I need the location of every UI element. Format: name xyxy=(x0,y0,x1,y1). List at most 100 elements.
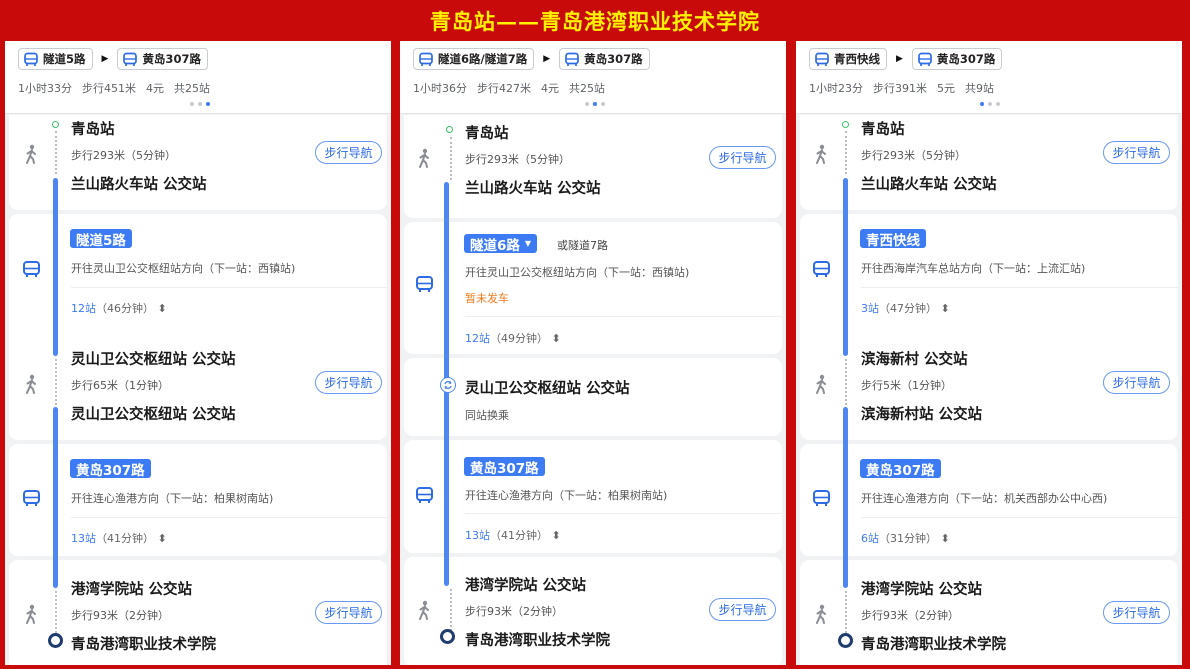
bus-path xyxy=(53,178,58,356)
pager-dots[interactable] xyxy=(190,102,210,106)
alighting-stop: 滨海新村 公交站 xyxy=(861,352,968,368)
end-marker xyxy=(440,629,455,644)
divider xyxy=(71,517,387,518)
walk-info: 步行65米（1分钟） xyxy=(71,379,169,392)
fare: 4元 xyxy=(541,82,559,95)
walk-icon xyxy=(816,604,826,624)
route-chip-bus1[interactable]: 隧道5路 xyxy=(18,48,93,70)
route-panel-1[interactable]: 隧道5路 ▶ 黄岛307路 1小时33分 步行451米 4元 共25站 青岛站 步行2… xyxy=(5,41,391,665)
bus-icon xyxy=(419,52,433,66)
bus-direction: 开往灵山卫公交枢纽站方向（下一站：西镇站) xyxy=(71,262,296,275)
updown-icon: ⬍ xyxy=(551,529,561,542)
walk-nav-button[interactable]: 步行导航 xyxy=(315,371,382,394)
stop-count-toggle[interactable]: 13站（41分钟） ⬍ xyxy=(465,527,561,543)
boarding-stop: 滨海新村站 公交站 xyxy=(861,407,983,423)
walk-icon xyxy=(26,144,36,164)
stop-count-toggle[interactable]: 13站（41分钟） ⬍ xyxy=(71,530,167,546)
bus-line-badge[interactable]: 青西快线 xyxy=(860,229,926,249)
walk-path xyxy=(845,131,847,174)
bus-icon xyxy=(123,52,138,66)
walk-info: 步行5米（1分钟） xyxy=(861,379,952,392)
route-chip-bus2[interactable]: 黄岛307路 xyxy=(117,48,208,70)
departure-status: 暂未发车 xyxy=(465,292,509,305)
bus-path xyxy=(53,407,58,588)
bus-icon xyxy=(565,52,579,66)
walk-path xyxy=(450,589,452,631)
bus-line-badge[interactable]: 黄岛307路 xyxy=(464,457,545,477)
play-arrow-icon: ▶ xyxy=(543,54,551,64)
walk-icon xyxy=(419,600,429,620)
start-marker xyxy=(52,121,59,128)
route-chip-label: 隧道5路 xyxy=(43,52,86,66)
bus-line-badge[interactable]: 隧道6路 ▼ xyxy=(464,234,538,254)
route-chip-bus2[interactable]: 黄岛307路 xyxy=(559,48,650,70)
route-panel-2[interactable]: 隧道6路/隧道7路 ▶ 黄岛307路 1小时36分 步行427米 4元 共25站 青岛… xyxy=(400,41,786,665)
bus-direction: 开往连心渔港方向（下一站：机关西部办公中心西) xyxy=(861,492,1108,505)
bus-icon xyxy=(813,490,830,506)
origin-stop: 青岛站 xyxy=(71,122,115,138)
route-header: 隧道6路/隧道7路 ▶ 黄岛307路 1小时36分 步行427米 4元 共25站 xyxy=(400,41,786,114)
alighting-stop: 港湾学院站 公交站 xyxy=(465,578,587,594)
bus-direction: 开往连心渔港方向（下一站：柏果树南站) xyxy=(465,489,668,502)
walk-path xyxy=(55,359,57,405)
route-header: 青西快线 ▶ 黄岛307路 1小时23分 步行391米 5元 共9站 xyxy=(796,41,1182,114)
route-chip-bus1[interactable]: 青西快线 xyxy=(809,48,887,70)
pager-dots[interactable] xyxy=(585,102,605,106)
walk-path xyxy=(55,131,57,174)
stop-count-toggle[interactable]: 3站（47分钟） ⬍ xyxy=(861,300,950,316)
walk-icon xyxy=(816,374,826,394)
stop-count-toggle[interactable]: 12站（49分钟） ⬍ xyxy=(465,330,561,346)
boarding-stop: 兰山路火车站 公交站 xyxy=(465,181,601,197)
route-panel-3[interactable]: 青西快线 ▶ 黄岛307路 1小时23分 步行391米 5元 共9站 青岛站 步行29… xyxy=(796,41,1182,665)
dropdown-icon: ▼ xyxy=(524,239,532,248)
route-chip-label: 隧道6路/隧道7路 xyxy=(438,52,528,66)
walk-nav-button[interactable]: 步行导航 xyxy=(709,598,776,621)
pager-dots[interactable] xyxy=(980,102,1000,106)
walk-nav-button[interactable]: 步行导航 xyxy=(315,141,382,164)
origin-stop: 青岛站 xyxy=(861,122,905,138)
walk-info: 步行93米（2分钟） xyxy=(71,609,169,622)
start-marker xyxy=(842,121,849,128)
route-chip-bus2[interactable]: 黄岛307路 xyxy=(911,48,1003,70)
divider xyxy=(861,517,1178,518)
start-marker xyxy=(446,126,453,133)
page-title: 青岛站——青岛港湾职业技术学院 xyxy=(430,8,760,34)
stop-count-toggle[interactable]: 6站（31分钟） ⬍ xyxy=(861,530,950,546)
divider xyxy=(71,287,387,288)
route-summary: 1小时23分 步行391米 5元 共9站 xyxy=(809,80,1004,96)
route-summary: 1小时36分 步行427米 4元 共25站 xyxy=(413,80,615,96)
walk-info: 步行293米（5分钟） xyxy=(861,149,966,162)
walk-nav-button[interactable]: 步行导航 xyxy=(315,601,382,624)
play-arrow-icon: ▶ xyxy=(101,54,109,64)
walk-distance: 步行427米 xyxy=(477,82,531,95)
destination: 青岛港湾职业技术学院 xyxy=(465,633,610,649)
bus-icon xyxy=(24,52,38,66)
stop-count: 共25站 xyxy=(174,82,210,95)
fare: 5元 xyxy=(937,82,955,95)
route-chip-bus1[interactable]: 隧道6路/隧道7路 xyxy=(413,48,535,70)
updown-icon: ⬍ xyxy=(551,332,561,345)
walk-distance: 步行451米 xyxy=(82,82,136,95)
walk-path xyxy=(845,359,847,405)
bus-line-badge[interactable]: 黄岛307路 xyxy=(860,459,941,479)
stop-count-toggle[interactable]: 12站（46分钟） ⬍ xyxy=(71,300,167,316)
route-summary: 1小时33分 步行451米 4元 共25站 xyxy=(18,80,220,96)
bus-icon xyxy=(813,261,830,277)
route-chip-label: 黄岛307路 xyxy=(584,52,643,66)
total-time: 1小时33分 xyxy=(18,82,72,95)
boarding-stop: 灵山卫公交枢纽站 公交站 xyxy=(71,407,236,423)
walk-nav-button[interactable]: 步行导航 xyxy=(1103,601,1170,624)
bus-direction: 开往西海岸汽车总站方向（下一站：上流汇站) xyxy=(861,262,1086,275)
walk-nav-button[interactable]: 步行导航 xyxy=(1103,371,1170,394)
bus-line-badge[interactable]: 隧道5路 xyxy=(70,229,132,249)
destination: 青岛港湾职业技术学院 xyxy=(71,637,216,653)
route-chip-label: 青西快线 xyxy=(834,52,880,66)
walk-nav-button[interactable]: 步行导航 xyxy=(709,146,776,169)
walk-nav-button[interactable]: 步行导航 xyxy=(1103,141,1170,164)
route-chip-label: 黄岛307路 xyxy=(142,52,201,66)
alighting-stop: 港湾学院站 公交站 xyxy=(861,582,983,598)
walk-path xyxy=(55,591,57,633)
bus-line-badge[interactable]: 黄岛307路 xyxy=(70,459,151,479)
bus-icon xyxy=(416,487,433,503)
updown-icon: ⬍ xyxy=(157,532,167,545)
